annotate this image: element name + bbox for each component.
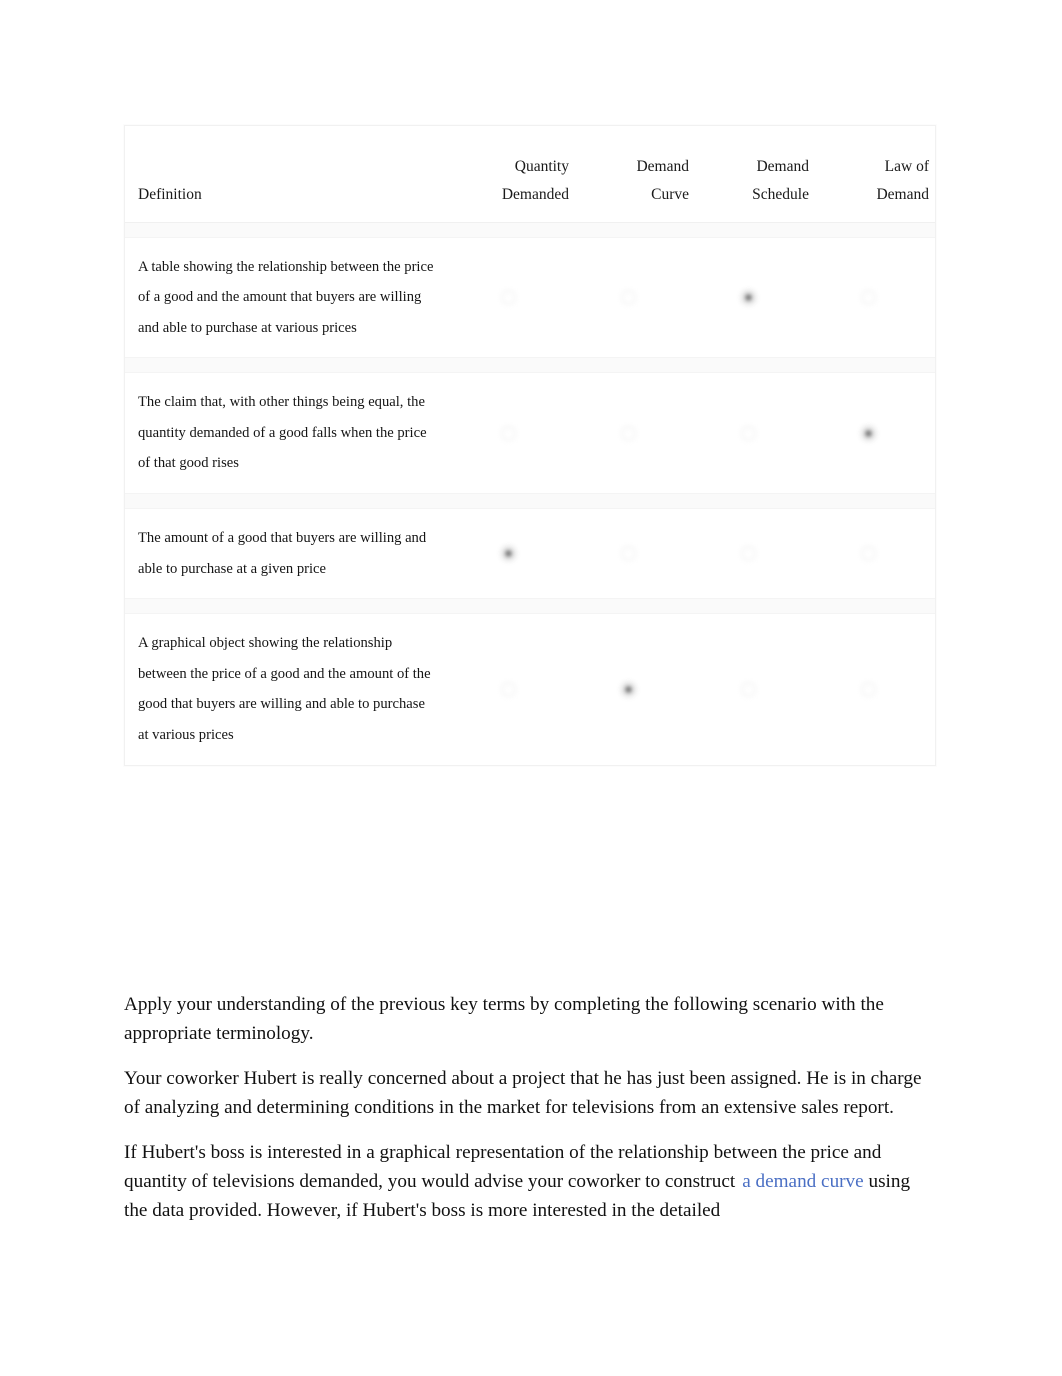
instruction-paragraph: Apply your understanding of the previous… xyxy=(124,994,884,1044)
table-header: Definition Quantity Demanded Demand Curv… xyxy=(125,126,935,222)
column-header-law-of-demand: Law of Demand xyxy=(815,126,935,222)
radio-button-icon[interactable] xyxy=(740,426,756,441)
column-header-demand-schedule-line2: Schedule xyxy=(752,186,809,203)
radio-cell-demand-curve[interactable] xyxy=(575,237,695,358)
radio-button-icon[interactable] xyxy=(500,290,516,306)
radio-cell-law-of-demand[interactable] xyxy=(815,237,935,358)
column-header-definition-label: Definition xyxy=(138,186,202,203)
definition-text: A graphical object showing the relations… xyxy=(125,613,455,765)
row-spacer xyxy=(125,357,935,374)
radio-cell-demand-schedule[interactable] xyxy=(695,613,815,765)
radio-button-icon[interactable] xyxy=(860,682,876,698)
radio-cell-demand-curve[interactable] xyxy=(575,372,695,494)
table-row: The claim that, with other things being … xyxy=(125,372,935,494)
radio-button-icon[interactable] xyxy=(740,290,756,306)
radio-cell-quantity-demanded[interactable] xyxy=(455,237,575,358)
radio-cell-demand-schedule[interactable] xyxy=(695,237,815,358)
radio-button-icon[interactable] xyxy=(500,426,516,441)
fill-in-paragraph: If Hubert's boss is interested in a grap… xyxy=(124,1138,924,1225)
radio-button-icon[interactable] xyxy=(860,546,876,562)
radio-cell-demand-curve[interactable] xyxy=(575,508,695,599)
radio-cell-law-of-demand[interactable] xyxy=(815,613,935,765)
radio-button-icon[interactable] xyxy=(740,546,756,562)
column-header-demand-curve-line2: Curve xyxy=(651,186,689,203)
radio-button-icon[interactable] xyxy=(620,426,636,441)
radio-cell-quantity-demanded[interactable] xyxy=(455,508,575,599)
radio-cell-demand-schedule[interactable] xyxy=(695,508,815,599)
header-row: Definition Quantity Demanded Demand Curv… xyxy=(125,126,935,222)
table-row: A graphical object showing the relations… xyxy=(125,613,935,765)
document-page: Definition Quantity Demanded Demand Curv… xyxy=(0,0,1062,1376)
definition-text: The amount of a good that buyers are wil… xyxy=(125,508,455,599)
column-header-quantity-demanded-line2: Demanded xyxy=(501,186,569,203)
radio-cell-quantity-demanded[interactable] xyxy=(455,372,575,494)
column-header-law-of-demand-line1: Law of xyxy=(884,157,929,175)
scenario-body: Apply your understanding of the previous… xyxy=(124,990,924,1237)
column-header-quantity-demanded-line1: Quantity xyxy=(514,157,569,175)
radio-cell-demand-curve[interactable] xyxy=(575,613,695,765)
radio-cell-quantity-demanded[interactable] xyxy=(455,613,575,765)
matching-grid: Definition Quantity Demanded Demand Curv… xyxy=(125,126,935,765)
radio-button-icon[interactable] xyxy=(860,290,876,306)
row-spacer xyxy=(125,598,935,615)
column-header-demand-schedule: Demand Schedule xyxy=(695,126,815,222)
scenario-paragraph: Your coworker Hubert is really concerned… xyxy=(124,1068,922,1118)
table-row: The amount of a good that buyers are wil… xyxy=(125,508,935,599)
answer-blank-demand-curve[interactable]: a demand curve xyxy=(735,1171,863,1192)
definition-text: A table showing the relationship between… xyxy=(125,237,455,358)
column-header-demand-curve: Demand Curve xyxy=(575,126,695,222)
radio-button-icon[interactable] xyxy=(620,546,636,562)
row-spacer xyxy=(125,493,935,510)
column-header-law-of-demand-line2: Demand xyxy=(876,186,929,203)
column-header-demand-schedule-line1: Demand xyxy=(756,157,809,175)
radio-button-icon[interactable] xyxy=(740,682,756,698)
radio-button-icon[interactable] xyxy=(500,682,516,698)
radio-button-icon[interactable] xyxy=(860,426,876,441)
column-header-definition: Definition xyxy=(125,126,455,222)
radio-button-icon[interactable] xyxy=(620,682,636,698)
definition-text: The claim that, with other things being … xyxy=(125,372,455,494)
radio-cell-demand-schedule[interactable] xyxy=(695,372,815,494)
table-row: A table showing the relationship between… xyxy=(125,237,935,358)
radio-button-icon[interactable] xyxy=(500,546,516,562)
row-spacer xyxy=(125,221,935,238)
radio-cell-law-of-demand[interactable] xyxy=(815,508,935,599)
column-header-quantity-demanded: Quantity Demanded xyxy=(455,126,575,222)
column-header-demand-curve-line1: Demand xyxy=(636,157,689,175)
radio-cell-law-of-demand[interactable] xyxy=(815,372,935,494)
table-body: A table showing the relationship between… xyxy=(125,221,935,765)
radio-button-icon[interactable] xyxy=(620,290,636,306)
key-terms-matching-table: Definition Quantity Demanded Demand Curv… xyxy=(124,125,936,766)
